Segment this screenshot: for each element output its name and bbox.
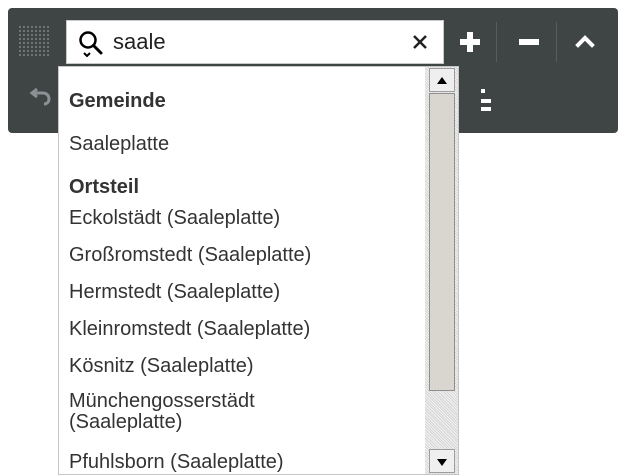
dropdown-scrollbar[interactable] [425,67,458,474]
close-icon[interactable] [409,31,431,53]
zoom-out-button[interactable] [505,20,553,64]
result-item[interactable]: Hermstedt (Saaleplatte) [69,281,280,303]
result-item-continuation[interactable]: (Saaleplatte) [69,411,182,433]
scroll-thumb[interactable] [429,93,455,391]
chevron-up-icon [575,35,595,48]
scroll-down-button[interactable] [429,449,455,473]
result-item[interactable]: Münchengosserstädt [69,390,255,412]
search-results-dropdown[interactable]: Gemeinde Saaleplatte Ortsteil Eckolstädt… [58,66,459,475]
collapse-button[interactable] [561,20,609,64]
zoom-in-button[interactable] [446,20,494,64]
scroll-up-button[interactable] [429,68,455,92]
search-input[interactable] [113,28,363,56]
group-header-gemeinde: Gemeinde [69,90,166,112]
search-results-list: Gemeinde Saaleplatte Ortsteil Eckolstädt… [59,67,425,474]
undo-icon[interactable] [28,81,54,107]
arrow-up-icon [437,77,447,84]
result-item[interactable]: Großromstedt (Saaleplatte) [69,244,311,266]
grip-icon[interactable] [18,25,50,57]
search-box[interactable] [66,20,444,64]
group-header-ortsteil: Ortsteil [69,176,140,198]
map-tool-icon[interactable] [478,87,494,115]
plus-icon [460,32,480,52]
result-item[interactable]: Eckolstädt (Saaleplatte) [69,207,280,229]
search-icon[interactable] [77,29,105,57]
minus-icon [519,39,539,45]
arrow-down-icon [437,459,447,466]
toolbar-divider [496,22,497,62]
result-item[interactable]: Pfuhlsborn (Saaleplatte) [69,451,284,473]
result-item[interactable]: Saaleplatte [69,133,169,155]
result-item[interactable]: Kösnitz (Saaleplatte) [69,355,254,377]
toolbar-divider [556,22,557,62]
result-item[interactable]: Kleinromstedt (Saaleplatte) [69,318,310,340]
